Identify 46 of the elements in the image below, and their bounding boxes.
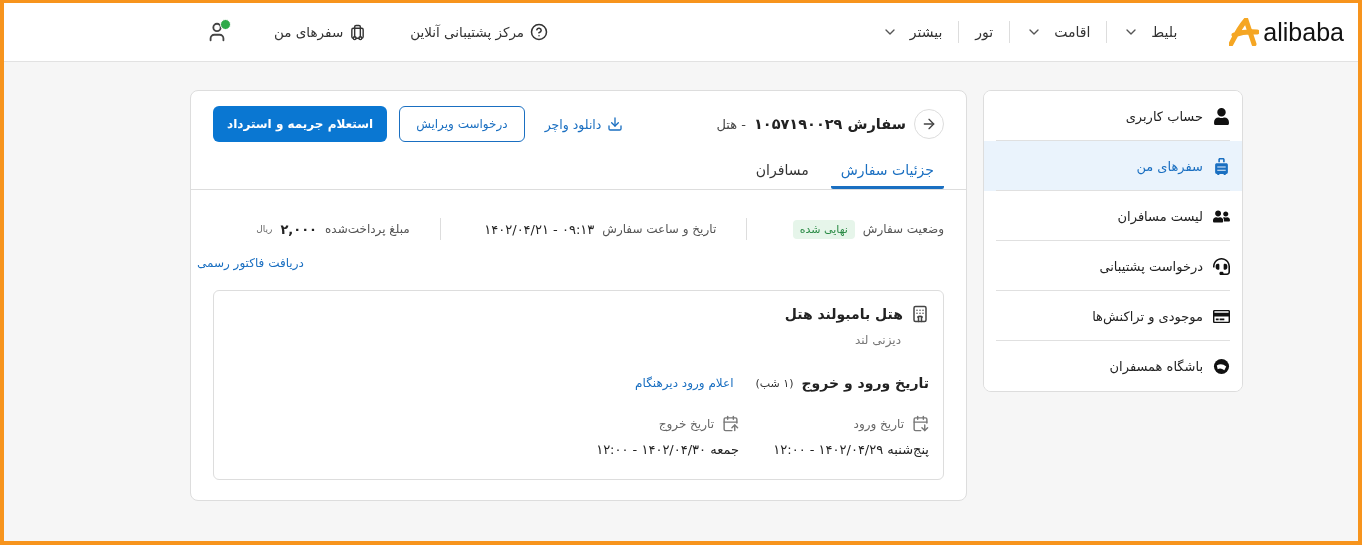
amount-value: ۲,۰۰۰	[280, 221, 318, 237]
sidebar-item[interactable]: سفرهای من	[984, 141, 1242, 191]
hotel-location: دیزنی لند	[853, 333, 901, 347]
amount-label: مبلغ پرداخت‌شده	[325, 222, 410, 236]
tab[interactable]: مسافران	[745, 156, 819, 189]
checkout-date: جمعه ۱۴۰۲/۰۴/۳۰ - ۱۲:۰۰	[595, 442, 739, 457]
datetime-label: تاریخ و ساعت سفارش	[602, 222, 717, 236]
calendar-icon	[912, 415, 929, 432]
nights-count: (۱ شب)	[755, 376, 794, 390]
currency: ریال	[256, 224, 273, 234]
order-datetime: ۰۹:۱۳ - ۱۴۰۲/۰۴/۲۱	[484, 221, 595, 237]
support-link[interactable]: مرکز پشتیبانی آنلاین	[410, 23, 549, 41]
help-icon	[530, 23, 549, 41]
logo-icon	[1229, 18, 1260, 46]
status-badge: نهایی شده	[792, 219, 855, 239]
download-link[interactable]: دانلود واچر	[544, 116, 624, 132]
refund-button[interactable]: استعلام جریمه و استرداد	[213, 106, 388, 142]
checkin-date: پنج‌شنبه ۱۴۰۲/۰۴/۲۹ - ۱۲:۰۰	[772, 442, 929, 457]
order-title: سفارش ۱۰۵۷۱۹۰۰۲۹	[753, 116, 906, 132]
trips-link[interactable]: سفرهای من	[274, 23, 367, 41]
logo[interactable]: alibaba	[1229, 17, 1344, 47]
nav-link[interactable]: اقامت	[1009, 21, 1107, 43]
nav-link[interactable]: تور	[958, 21, 1010, 43]
sidebar-item[interactable]: حساب کاربری	[984, 91, 1242, 141]
tab[interactable]: جزئیات سفارش	[830, 156, 944, 189]
nav-link[interactable]: بلیط	[1106, 21, 1194, 43]
checkin-label: تاریخ ورود	[853, 416, 904, 431]
dates-title: تاریخ ورود و خروج	[801, 375, 929, 391]
late-checkin-link[interactable]: اعلام ورود دیرهنگام	[635, 376, 734, 390]
status-label: وضعیت سفارش	[862, 222, 944, 236]
headset-icon	[1213, 257, 1230, 275]
suitcase-icon	[349, 23, 367, 41]
invoice-link[interactable]: دریافت فاکتور رسمی	[197, 256, 304, 270]
checkout-label: تاریخ خروج	[658, 416, 714, 431]
hotel-icon	[911, 305, 929, 323]
edit-request-button[interactable]: درخواست ویرایش	[399, 106, 525, 142]
user-icon	[1213, 107, 1230, 125]
suitcase-icon	[1213, 157, 1230, 175]
calendar-icon	[722, 415, 739, 432]
order-type: - هتل	[716, 116, 746, 132]
back-button[interactable]	[914, 109, 944, 139]
nav-link[interactable]: بیشتر	[865, 21, 959, 43]
credit-card-icon	[1213, 307, 1230, 325]
hotel-name: هتل بامبولند هتل	[784, 306, 903, 322]
logo-text: alibaba	[1263, 17, 1344, 47]
download-icon	[607, 116, 624, 132]
